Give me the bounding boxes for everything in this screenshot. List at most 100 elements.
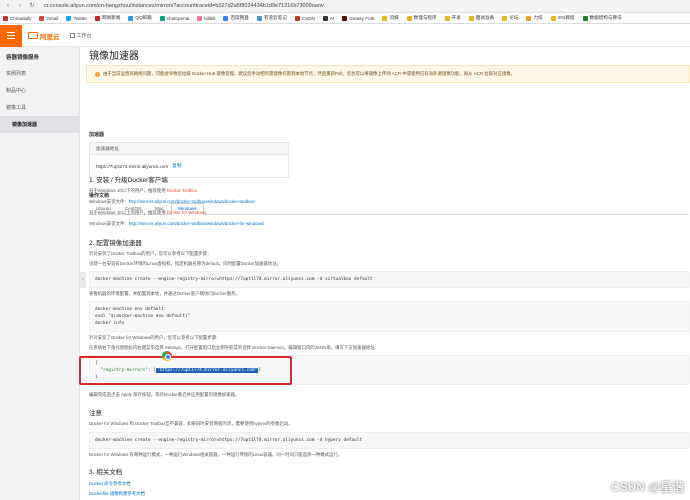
bookmark-favicon-icon	[406, 15, 412, 21]
bookmark-item[interactable]: 流媒	[382, 15, 399, 21]
bookmark-favicon-icon	[256, 15, 262, 21]
watermark: CSDN @星谐	[610, 480, 684, 494]
accelerator-address: https://7upt1l74.mirror.aliyuncs.com	[96, 163, 169, 169]
accelerator-card: 加速器地址 https://7upt1l74.mirror.aliyuncs.c…	[89, 142, 289, 178]
bookmark-item[interactable]: Twitter	[66, 15, 87, 21]
bookmark-item[interactable]: 开发	[444, 15, 461, 21]
bookmark-item[interactable]: CSDN	[294, 15, 315, 21]
step2-para4: 针对安装了Docker for Windows的用户，您可以参考以下配置步骤：	[89, 335, 221, 340]
bookmark-item[interactable]: 数据结构与算法	[582, 15, 622, 21]
sidebar: 容器镜像服务 实例列表 制品中心 镜像工具 镜像加速器	[0, 47, 80, 500]
bookmark-favicon-icon	[197, 15, 203, 21]
bookmark-favicon-icon	[322, 15, 328, 21]
note-para2: Docker for Windows 有两种运行模式，一种运行Windows相关…	[89, 452, 343, 457]
bookmark-label: QQ邮箱	[135, 15, 152, 20]
bookmark-label: Chinadaily	[10, 15, 32, 21]
bookmark-item[interactable]: Gmail	[39, 15, 58, 21]
bookmark-label: Greasy Fork	[349, 15, 375, 21]
bookmark-label: 数据结构与算法	[589, 15, 622, 20]
bookmark-favicon-icon	[159, 15, 165, 21]
copy-button[interactable]: 复制	[172, 163, 181, 169]
dfw-download-link[interactable]: http://mirrors.aliyun.com/docker-toolbox…	[129, 221, 264, 226]
bookmark-favicon-icon	[128, 15, 134, 21]
step2-para2: 创建一台安装有Docker环境的Linux虚拟机，指定机器名称为default，…	[89, 261, 281, 266]
bookmark-label: 力扣	[533, 15, 543, 20]
bookmark-label: 数理与程序	[413, 15, 437, 20]
console-top-bar: 阿里云 工作台	[0, 24, 690, 47]
bookmark-label: 开发	[451, 15, 461, 20]
brand-name: 阿里云	[40, 33, 60, 41]
bookmark-favicon-icon	[582, 15, 588, 21]
notice-banner: ! 由于当前运营商网络问题，可能会导致您拉取 Docker Hub 镜像变慢，建…	[86, 65, 690, 83]
bookmark-label: AI	[329, 15, 335, 21]
aliyun-logo-icon	[28, 32, 38, 39]
bookmark-label: chatopenai	[166, 15, 190, 21]
note-title: 注意	[89, 410, 102, 417]
sidebar-item-mirror-accelerator[interactable]: 镜像加速器	[0, 116, 79, 133]
bookmark-label: 面试准备	[475, 15, 495, 20]
bookmark-label: bilibili	[204, 15, 216, 21]
bookmark-label: 百度网盘	[230, 15, 249, 20]
bookmark-item[interactable]: QQ邮箱	[128, 15, 152, 21]
step3-line1: Docker 命令参考文档	[89, 481, 131, 486]
step2-para6: 编辑完成后点击 Apply 保存按钮，等待Docker重启并应用配置的镜像加速器…	[89, 392, 240, 397]
warning-icon: !	[95, 71, 100, 77]
sidebar-item-image-tools[interactable]: 镜像工具	[0, 99, 79, 116]
workbench-link[interactable]: 工作台	[69, 32, 92, 39]
bookmark-item[interactable]: 有道云笔记	[256, 15, 287, 21]
bookmark-item[interactable]: 力扣	[526, 15, 543, 21]
bookmark-item[interactable]: 401教程	[550, 15, 575, 21]
bookmark-item[interactable]: Chinadaily	[3, 15, 32, 21]
forward-icon[interactable]: ›	[16, 2, 24, 10]
reload-icon[interactable]: ↻	[28, 2, 36, 10]
bookmark-favicon-icon	[94, 15, 100, 21]
bookmark-item[interactable]: 数理与程序	[406, 15, 437, 21]
step1-line1: 对于Windows 10以下的用户，推荐使用 Docker Toolbox	[89, 188, 198, 193]
step3-title: 3. 相关文档	[89, 469, 123, 476]
step1-line4: Windows安装文件：http://mirrors.aliyun.com/do…	[89, 221, 265, 226]
bookmark-item[interactable]: Greasy Fork	[342, 15, 375, 21]
sidebar-item-instances[interactable]: 实例列表	[0, 65, 79, 82]
bookmark-favicon-icon	[526, 15, 532, 21]
brand-logo[interactable]: 阿里云	[28, 31, 60, 41]
docker-toolbox-link[interactable]: Docker Toolbox	[167, 188, 197, 193]
workbench-label: 工作台	[76, 33, 92, 39]
code-block-hyperv: docker-machine create --engine-registry-…	[89, 432, 689, 449]
browser-address-bar: ‹ › ↻ cr.console.aliyun.com/cn-hangzhou/…	[0, 0, 690, 13]
url-field[interactable]: cr.console.aliyun.com/cn-hangzhou/instan…	[44, 3, 324, 9]
step1-line3: 对于Windows 10以上的用户，推荐使用 Docker for Window…	[89, 210, 207, 215]
bookmark-favicon-icon	[294, 15, 300, 21]
bookmark-item[interactable]: 论坛	[502, 15, 518, 21]
dockerfile-docs-link[interactable]: 镜像构建参考文档	[110, 491, 145, 496]
menu-icon[interactable]	[0, 24, 22, 47]
home-icon	[69, 33, 75, 38]
bookmark-label: Twitter	[73, 15, 87, 21]
back-icon[interactable]: ‹	[4, 2, 12, 10]
bookmark-item[interactable]: chatopenai	[159, 15, 190, 21]
bookmark-label: 401教程	[557, 15, 575, 20]
step3-line2: Dockerfile 镜像构建参考文档	[89, 491, 145, 496]
bookmark-favicon-icon	[382, 15, 388, 21]
bookmark-label: 网易新闻	[101, 15, 121, 20]
bookmark-item[interactable]: 百度网盘	[223, 15, 249, 21]
docker-for-windows-link[interactable]: Docker for Windows	[167, 210, 206, 215]
bookmark-item[interactable]: AI	[322, 15, 335, 21]
toolbox-download-link[interactable]: http://mirrors.aliyun.com/docker-toolbox…	[129, 199, 255, 204]
step1-title: 1. 安装 / 升级Docker客户端	[89, 177, 168, 184]
sidebar-item-artifacts[interactable]: 制品中心	[0, 82, 79, 99]
bookmark-label: CSDN	[301, 15, 315, 21]
bookmark-favicon-icon	[3, 15, 8, 21]
bookmark-favicon-icon	[468, 15, 474, 21]
bookmarks-bar: Chinadaily Gmail Twitter 网易新闻 QQ邮箱 chatopenai…	[0, 13, 690, 24]
step1-line2: Windows安装文件：http://mirrors.aliyun.com/do…	[89, 199, 255, 204]
sidebar-title: 容器镜像服务	[6, 55, 40, 61]
step2-title: 2. 配置镜像加速器	[89, 240, 142, 247]
bookmark-item[interactable]: 面试准备	[468, 15, 495, 21]
page-title: 镜像加速器	[89, 51, 139, 62]
bookmark-label: 有道云笔记	[263, 15, 287, 20]
docker-cli-docs-link[interactable]: 命令参考文档	[104, 481, 130, 486]
bookmark-item[interactable]: 网易新闻	[94, 15, 121, 21]
main-content: 镜像加速器 ! 由于当前运营商网络问题，可能会导致您拉取 Docker Hub …	[86, 47, 690, 500]
bookmark-favicon-icon	[223, 15, 229, 21]
bookmark-item[interactable]: bilibili	[197, 15, 216, 21]
